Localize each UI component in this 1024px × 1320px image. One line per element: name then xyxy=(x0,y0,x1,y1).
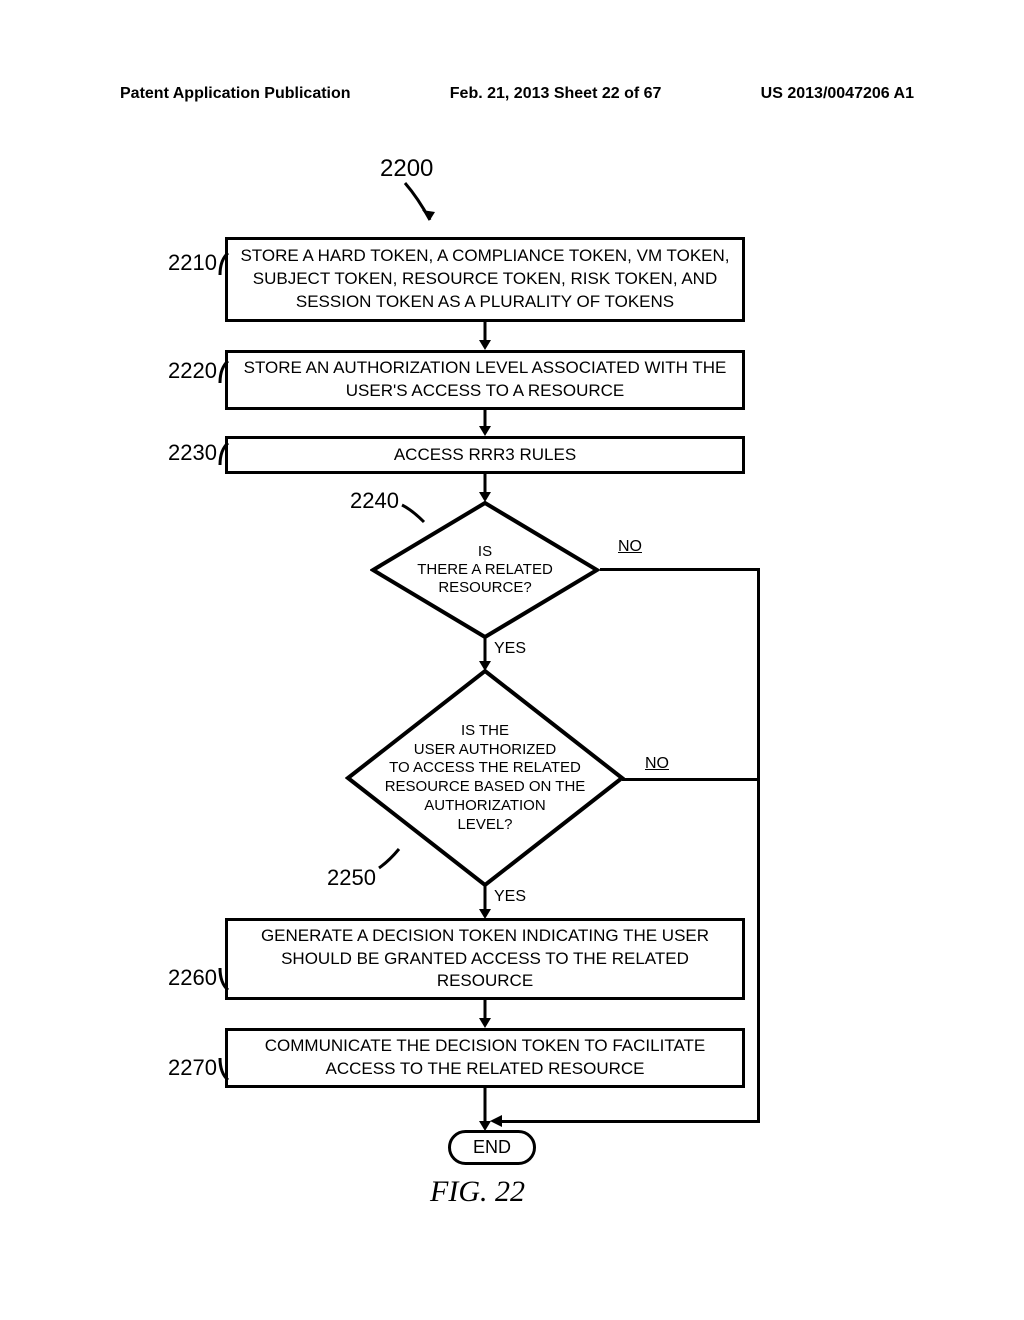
leader-tail-icon xyxy=(218,440,230,470)
arrow-down-icon xyxy=(476,410,494,438)
leader-tail-icon xyxy=(218,250,230,280)
figure-number-top: 2200 xyxy=(380,155,433,183)
connector-line xyxy=(600,568,760,571)
edge-label-yes: YES xyxy=(494,888,526,906)
arrow-down-icon xyxy=(476,322,494,352)
process-box-text: GENERATE A DECISION TOKEN INDICATING THE… xyxy=(238,925,732,994)
ref-label-2260: 2260 xyxy=(168,965,217,991)
connector-line xyxy=(500,1120,760,1123)
page-header: Patent Application Publication Feb. 21, … xyxy=(120,85,914,103)
ref-label-2270: 2270 xyxy=(168,1055,217,1081)
leader-arrow-icon xyxy=(400,180,450,235)
terminator-text: END xyxy=(473,1137,511,1157)
ref-label-2210: 2210 xyxy=(168,250,217,276)
header-right: US 2013/0047206 A1 xyxy=(761,85,914,103)
header-left: Patent Application Publication xyxy=(120,85,351,103)
header-center: Feb. 21, 2013 Sheet 22 of 67 xyxy=(450,85,662,103)
process-box-text: STORE A HARD TOKEN, A COMPLIANCE TOKEN, … xyxy=(238,245,732,314)
arrow-left-icon xyxy=(490,1113,506,1129)
process-box-access-rules: ACCESS RRR3 RULES xyxy=(225,436,745,474)
figure-caption: FIG. 22 xyxy=(430,1175,525,1209)
leader-tail-icon xyxy=(377,846,407,871)
leader-tail-icon xyxy=(400,502,430,527)
terminator-end: END xyxy=(448,1130,536,1165)
edge-label-no: NO xyxy=(645,755,669,773)
leader-tail-icon xyxy=(218,965,230,995)
arrow-down-icon xyxy=(476,883,494,921)
leader-tail-icon xyxy=(218,358,230,388)
ref-label-2240: 2240 xyxy=(350,488,399,514)
leader-tail-icon xyxy=(218,1055,230,1085)
ref-label-2220: 2220 xyxy=(168,358,217,384)
process-box-store-auth-level: STORE AN AUTHORIZATION LEVEL ASSOCIATED … xyxy=(225,350,745,410)
process-box-text: ACCESS RRR3 RULES xyxy=(394,444,576,467)
process-box-store-tokens: STORE A HARD TOKEN, A COMPLIANCE TOKEN, … xyxy=(225,237,745,322)
process-box-generate-decision-token: GENERATE A DECISION TOKEN INDICATING THE… xyxy=(225,918,745,1000)
process-box-communicate-token: COMMUNICATE THE DECISION TOKEN TO FACILI… xyxy=(225,1028,745,1088)
connector-line xyxy=(622,778,760,781)
connector-line xyxy=(757,568,760,1123)
process-box-text: COMMUNICATE THE DECISION TOKEN TO FACILI… xyxy=(238,1035,732,1081)
ref-label-2250: 2250 xyxy=(327,865,376,891)
process-box-text: STORE AN AUTHORIZATION LEVEL ASSOCIATED … xyxy=(238,357,732,403)
ref-label-2230: 2230 xyxy=(168,440,217,466)
edge-label-no: NO xyxy=(618,538,642,556)
arrow-down-icon xyxy=(476,1000,494,1030)
edge-label-yes: YES xyxy=(494,640,526,658)
